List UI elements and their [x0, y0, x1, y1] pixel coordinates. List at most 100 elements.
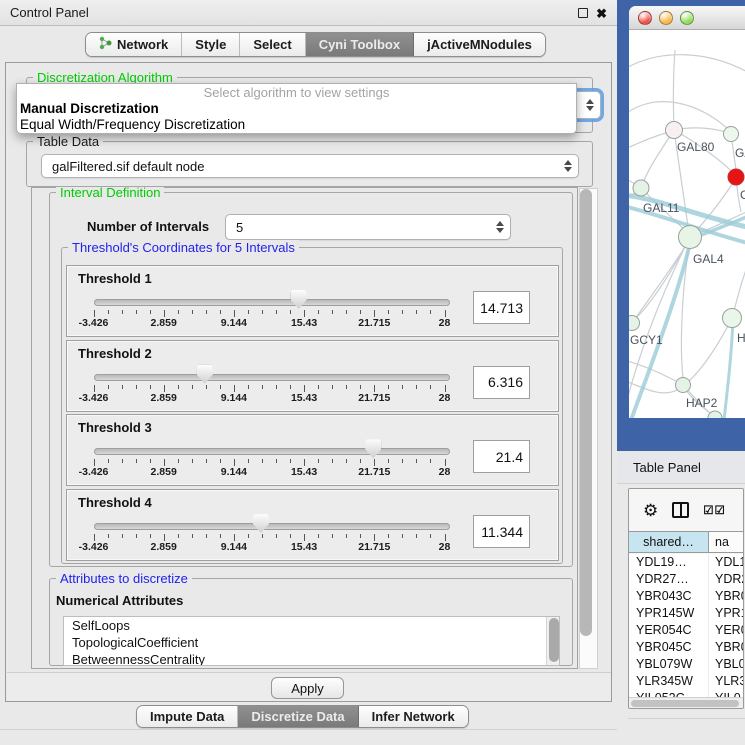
tab-network[interactable]: Network [86, 33, 182, 56]
table-cell-shared[interactable]: YPR145W [629, 605, 709, 622]
table-cell-shared[interactable]: YDL19… [629, 554, 709, 571]
settings-scrollbar-thumb[interactable] [580, 189, 592, 636]
threshold-slider-thumb[interactable] [197, 365, 213, 384]
table-cell-name[interactable]: YPR1 [709, 605, 744, 622]
table-panel-header: Table Panel [617, 451, 745, 484]
table-hscrollbar[interactable] [629, 697, 743, 708]
table-cell-name[interactable]: YBR0 [709, 639, 744, 656]
threshold-slider-thumb[interactable] [291, 290, 307, 309]
table-row[interactable]: YBR045CYBR0 [629, 639, 744, 656]
gear-icon[interactable]: ⚙ [643, 502, 658, 519]
settings-scrollbar[interactable] [579, 188, 598, 669]
number-of-intervals-combo[interactable]: 5 [225, 214, 511, 240]
close-window-icon[interactable] [638, 11, 652, 25]
apply-button[interactable]: Apply [271, 677, 344, 699]
network-edge[interactable] [629, 380, 677, 393]
table-data-combo[interactable]: galFiltered.sif default node [41, 154, 579, 178]
table-cell-name[interactable]: YDL1 [709, 554, 744, 571]
threshold-slider-track[interactable] [94, 523, 450, 530]
split-columns-icon[interactable] [672, 502, 689, 518]
bottom-tab-discretize-data[interactable]: Discretize Data [238, 706, 358, 727]
threshold-slider-track[interactable] [94, 448, 450, 455]
table-cell-shared[interactable]: YBR043C [629, 588, 709, 605]
bottom-tab-label: Discretize Data [251, 709, 344, 724]
zoom-window-icon[interactable] [680, 11, 694, 25]
network-node-h[interactable] [723, 309, 742, 328]
network-node[interactable] [708, 411, 722, 418]
network-canvas[interactable]: GAL80GACGAL11GAL4GCY1HHAP2 [629, 30, 745, 418]
network-node-gcy1[interactable] [629, 316, 640, 331]
network-node-gal11[interactable] [633, 180, 649, 196]
table-cell-name[interactable]: YLR3 [709, 673, 744, 690]
slider-tick [248, 310, 249, 314]
network-edge[interactable] [689, 318, 732, 381]
table-cell-shared[interactable]: YER054C [629, 622, 709, 639]
table-cell-shared[interactable]: YLR345W [629, 673, 709, 690]
table-row[interactable]: YBR043CYBR0 [629, 588, 744, 605]
threshold-slider-thumb[interactable] [365, 439, 381, 458]
select-columns-icon[interactable]: ☑☑ [703, 503, 726, 517]
algorithm-option-manual[interactable]: Manual Discretization [17, 101, 576, 117]
threshold-value-field[interactable]: 6.316 [473, 366, 530, 399]
threshold-slider-track[interactable] [94, 374, 450, 381]
slider-tick-label: -3.426 [79, 466, 109, 478]
network-edge[interactable] [629, 132, 670, 150]
float-panel-icon[interactable] [578, 8, 588, 18]
threshold-value-field[interactable]: 21.4 [473, 440, 530, 473]
numerical-attributes-list[interactable]: SelfLoopsTopologicalCoefficientBetweenne… [63, 616, 560, 666]
network-node-ga[interactable] [724, 127, 739, 142]
network-edge[interactable] [642, 130, 674, 186]
attribute-list-item[interactable]: SelfLoops [64, 617, 559, 634]
network-node-gal80[interactable] [666, 122, 683, 139]
tab-style[interactable]: Style [182, 33, 240, 56]
slider-tick [276, 459, 277, 463]
slider-tick [304, 385, 305, 392]
table-data-group: Table Data galFiltered.sif default node [26, 141, 593, 187]
network-edge[interactable] [673, 50, 675, 130]
algorithm-option-equal-width[interactable]: Equal Width/Frequency Discretization [17, 117, 576, 133]
threshold-value-field[interactable]: 11.344 [473, 515, 530, 548]
table-header-shared[interactable]: shared… [629, 532, 709, 552]
table-cell-name[interactable]: YBL0 [709, 656, 744, 673]
table-row[interactable]: YBL079WYBL0 [629, 656, 744, 673]
close-panel-icon[interactable]: ✖ [596, 7, 607, 20]
tab-cyni-toolbox[interactable]: Cyni Toolbox [306, 33, 414, 56]
table-row[interactable]: YDL19…YDL1 [629, 554, 744, 571]
table-cell-name[interactable]: YBR0 [709, 588, 744, 605]
network-node-gal4[interactable] [679, 226, 702, 249]
slider-tick [164, 459, 165, 466]
bottom-tab-infer-network[interactable]: Infer Network [359, 706, 468, 727]
interval-definition-group: Interval Definition Number of Intervals … [49, 192, 573, 567]
threshold-slider-track[interactable] [94, 299, 450, 306]
table-row[interactable]: YER054CYER0 [629, 622, 744, 639]
attributes-list-scrollbar[interactable] [546, 617, 559, 665]
table-cell-name[interactable]: YER0 [709, 622, 744, 639]
network-window: GAL80GACGAL11GAL4GCY1HHAP2 [629, 6, 745, 418]
network-node-label: H [737, 331, 745, 345]
threshold-slider-thumb[interactable] [253, 514, 269, 533]
table-row[interactable]: YDR27…YDR2 [629, 571, 744, 588]
tab-select[interactable]: Select [240, 33, 305, 56]
table-header-name[interactable]: na [709, 532, 744, 552]
table-cell-shared[interactable]: YBR045C [629, 639, 709, 656]
attribute-list-item[interactable]: BetweennessCentrality [64, 651, 559, 666]
slider-tick [108, 310, 109, 314]
panel-bottom-divider [0, 729, 617, 730]
network-edge[interactable] [629, 55, 745, 74]
table-row[interactable]: YLR345WYLR3 [629, 673, 744, 690]
network-node-hap2[interactable] [676, 378, 691, 393]
minimize-window-icon[interactable] [659, 11, 673, 25]
network-window-titlebar[interactable] [629, 6, 745, 30]
bottom-tab-impute-data[interactable]: Impute Data [137, 706, 238, 727]
table-cell-shared[interactable]: YDR27… [629, 571, 709, 588]
slider-tick [416, 459, 417, 463]
table-cell-shared[interactable]: YBL079W [629, 656, 709, 673]
tab-jactivemnodules[interactable]: jActiveMNodules [414, 33, 545, 56]
threshold-value-field[interactable]: 14.713 [473, 291, 530, 324]
slider-tick [136, 310, 137, 314]
table-cell-name[interactable]: YDR2 [709, 571, 744, 588]
attribute-list-item[interactable]: TopologicalCoefficient [64, 634, 559, 651]
network-node-c[interactable] [728, 169, 744, 185]
table-row[interactable]: YPR145WYPR1 [629, 605, 744, 622]
network-edge-highlighted[interactable] [724, 317, 733, 418]
